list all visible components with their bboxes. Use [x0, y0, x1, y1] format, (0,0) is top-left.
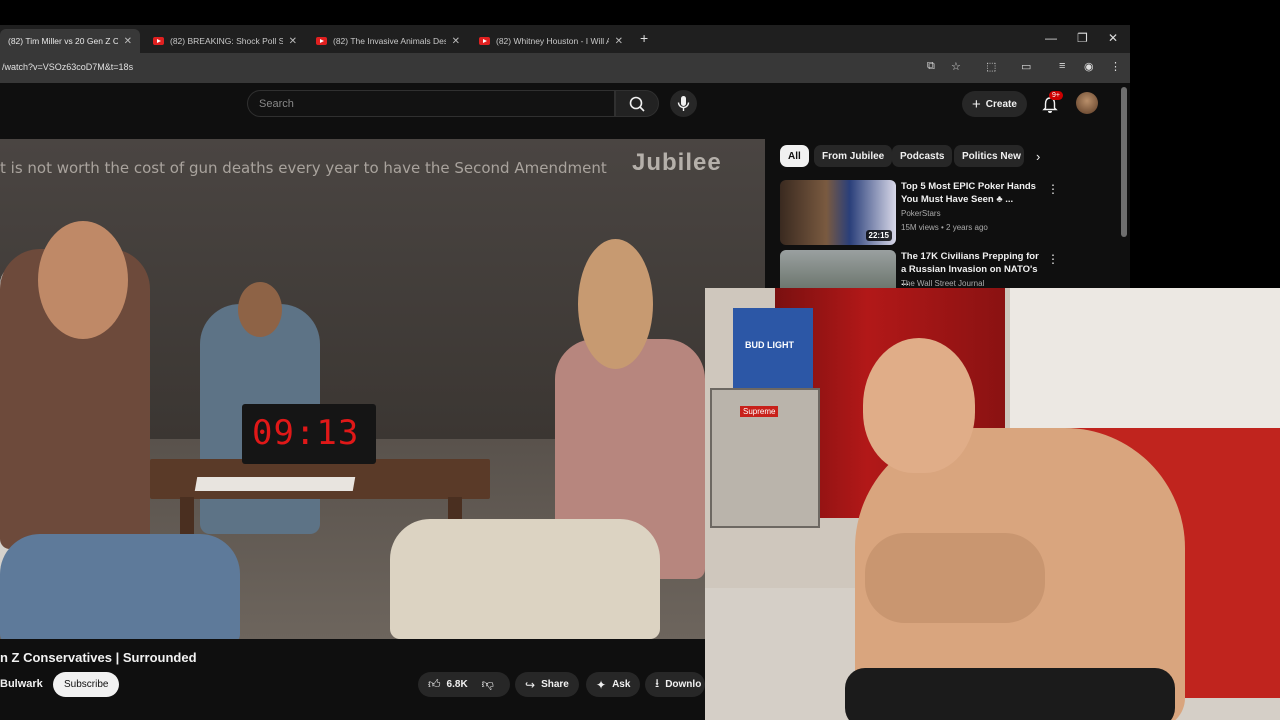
address-bar[interactable]: /watch?v=VSOz63coD7M&t=18s ⧉ ☆ ⬚ ▭ ≡ ◉ ⋮: [0, 53, 1130, 83]
share-label: Share: [541, 679, 569, 690]
close-window-icon[interactable]: ✕: [1108, 31, 1118, 45]
minimize-icon[interactable]: —: [1045, 31, 1057, 45]
microphone-icon: [677, 96, 690, 111]
sticker-label: Supreme: [740, 406, 779, 417]
tab-label: (82) Whitney Houston - I Will A: [496, 36, 609, 46]
like-count: 6.8K: [446, 679, 468, 690]
search-button[interactable]: [615, 90, 659, 117]
thumbs-down-icon[interactable]: 👎︎: [482, 677, 494, 692]
new-tab-icon[interactable]: +: [640, 30, 648, 46]
woman-participant-pants: [390, 519, 660, 639]
youtube-icon: [316, 37, 327, 45]
timer-text: 09:13: [252, 413, 360, 453]
chip-politics-news[interactable]: Politics New: [954, 145, 1024, 167]
close-icon[interactable]: ✕: [124, 36, 132, 47]
webcam-person-hands: [865, 533, 1045, 623]
beer-box-label: BUD LIGHT: [745, 340, 794, 350]
debate-timer: 09:13: [242, 404, 376, 464]
table-papers: [194, 477, 356, 491]
tab-2[interactable]: (82) BREAKING: Shock Poll Sho ✕: [145, 29, 305, 53]
profile-icon[interactable]: ◉: [1084, 60, 1094, 73]
url-text[interactable]: /watch?v=VSOz63coD7M&t=18s: [2, 62, 133, 72]
install-icon[interactable]: ⧉: [927, 60, 935, 73]
ask-label: Ask: [612, 679, 631, 690]
tab-1[interactable]: (82) Tim Miller vs 20 Gen Z Con ✕: [0, 29, 140, 53]
restore-icon[interactable]: ❐: [1077, 31, 1088, 45]
recommendation-item[interactable]: 22:15 Top 5 Most EPIC Poker Hands You Mu…: [780, 180, 1120, 246]
screen: (82) Tim Miller vs 20 Gen Z Con ✕ (82) B…: [0, 0, 1280, 720]
close-icon[interactable]: ✕: [615, 36, 623, 47]
tab-label: (82) BREAKING: Shock Poll Sho: [170, 36, 283, 46]
recommendation-item[interactable]: The 17K Civilians Prepping for a Russian…: [780, 250, 1120, 315]
video-title: n Z Conservatives | Surrounded: [0, 650, 197, 665]
thumbs-up-icon: 👍︎: [428, 677, 441, 691]
tab-label: (82) The Invasive Animals Dest: [333, 36, 446, 46]
tab-label: (82) Tim Miller vs 20 Gen Z Con: [8, 36, 118, 46]
youtube-icon: [153, 37, 164, 45]
notification-badge: 9+: [1049, 91, 1063, 100]
recommendation-title[interactable]: Top 5 Most EPIC Poker Hands You Must Hav…: [901, 180, 1039, 206]
recommendation-meta: 15M views • 2 years ago: [901, 223, 988, 232]
sparkle-icon: ✦: [596, 677, 607, 692]
create-button[interactable]: + Create: [962, 91, 1027, 117]
youtube-header: Search + Create 9+: [0, 83, 1130, 139]
chip-from-jubilee[interactable]: From Jubilee: [814, 145, 893, 167]
avatar[interactable]: [1076, 92, 1098, 114]
more-options-icon[interactable]: ⋮: [1047, 182, 1059, 196]
search-icon: [629, 96, 645, 112]
chevron-right-icon[interactable]: ›: [1036, 149, 1040, 164]
tim-miller-head: [38, 221, 128, 339]
recommendation-channel[interactable]: The Wall Street Journal: [901, 279, 984, 288]
like-button[interactable]: 👍︎ 6.8K 👎︎: [418, 672, 510, 697]
search-input[interactable]: Search: [247, 90, 615, 117]
download-button[interactable]: ⭳ Downlo: [645, 672, 706, 697]
chip-all[interactable]: All: [780, 145, 809, 167]
youtube-icon: [479, 37, 490, 45]
video-caption: t is not worth the cost of gun deaths ev…: [0, 159, 607, 177]
jubilee-logo: Jubilee: [632, 149, 722, 176]
webcam-person-head: [863, 338, 975, 473]
create-label: Create: [985, 98, 1017, 110]
woman-participant-head: [578, 239, 653, 369]
recommendation-channel[interactable]: PokerStars: [901, 209, 941, 218]
subscribe-button[interactable]: Subscribe: [53, 672, 120, 697]
cast-icon[interactable]: ▭: [1021, 60, 1031, 73]
tab-4[interactable]: (82) Whitney Houston - I Will A ✕: [471, 29, 631, 53]
close-icon[interactable]: ✕: [289, 36, 297, 47]
tab-bar: (82) Tim Miller vs 20 Gen Z Con ✕ (82) B…: [0, 25, 1130, 53]
video-thumbnail[interactable]: 22:15: [780, 180, 896, 245]
extensions-icon[interactable]: ⬚: [986, 60, 996, 73]
webcam-person-shorts: [845, 668, 1175, 720]
channel-name[interactable]: Bulwark: [0, 678, 43, 690]
star-icon[interactable]: ☆: [951, 60, 961, 73]
background-person-head: [238, 282, 282, 337]
search-placeholder: Search: [259, 98, 294, 110]
tim-miller-jeans: [0, 534, 240, 639]
webcam-beer-box: BUD LIGHT: [733, 308, 813, 388]
chip-podcasts[interactable]: Podcasts: [892, 145, 953, 167]
share-icon: ↪: [525, 677, 536, 692]
download-label: Downlo: [665, 679, 702, 690]
menu-icon[interactable]: ⋮: [1110, 60, 1121, 73]
webcam-wall: [1010, 288, 1280, 438]
media-icon[interactable]: ≡: [1059, 60, 1065, 72]
share-button[interactable]: ↪ Share: [515, 672, 579, 697]
video-player[interactable]: t is not worth the cost of gun deaths ev…: [0, 139, 765, 639]
voice-search-button[interactable]: [670, 90, 697, 117]
tab-3[interactable]: (82) The Invasive Animals Dest ✕: [308, 29, 468, 53]
duration-badge: 22:15: [865, 230, 892, 241]
webcam-overlay: BUD LIGHT Supreme: [705, 288, 1280, 720]
download-icon: ⭳: [655, 676, 660, 690]
close-icon[interactable]: ✕: [452, 36, 460, 47]
plus-icon: +: [972, 95, 981, 113]
ask-button[interactable]: ✦ Ask: [586, 672, 641, 697]
more-options-icon[interactable]: ⋮: [1047, 252, 1059, 266]
page-scrollbar[interactable]: [1121, 87, 1127, 237]
